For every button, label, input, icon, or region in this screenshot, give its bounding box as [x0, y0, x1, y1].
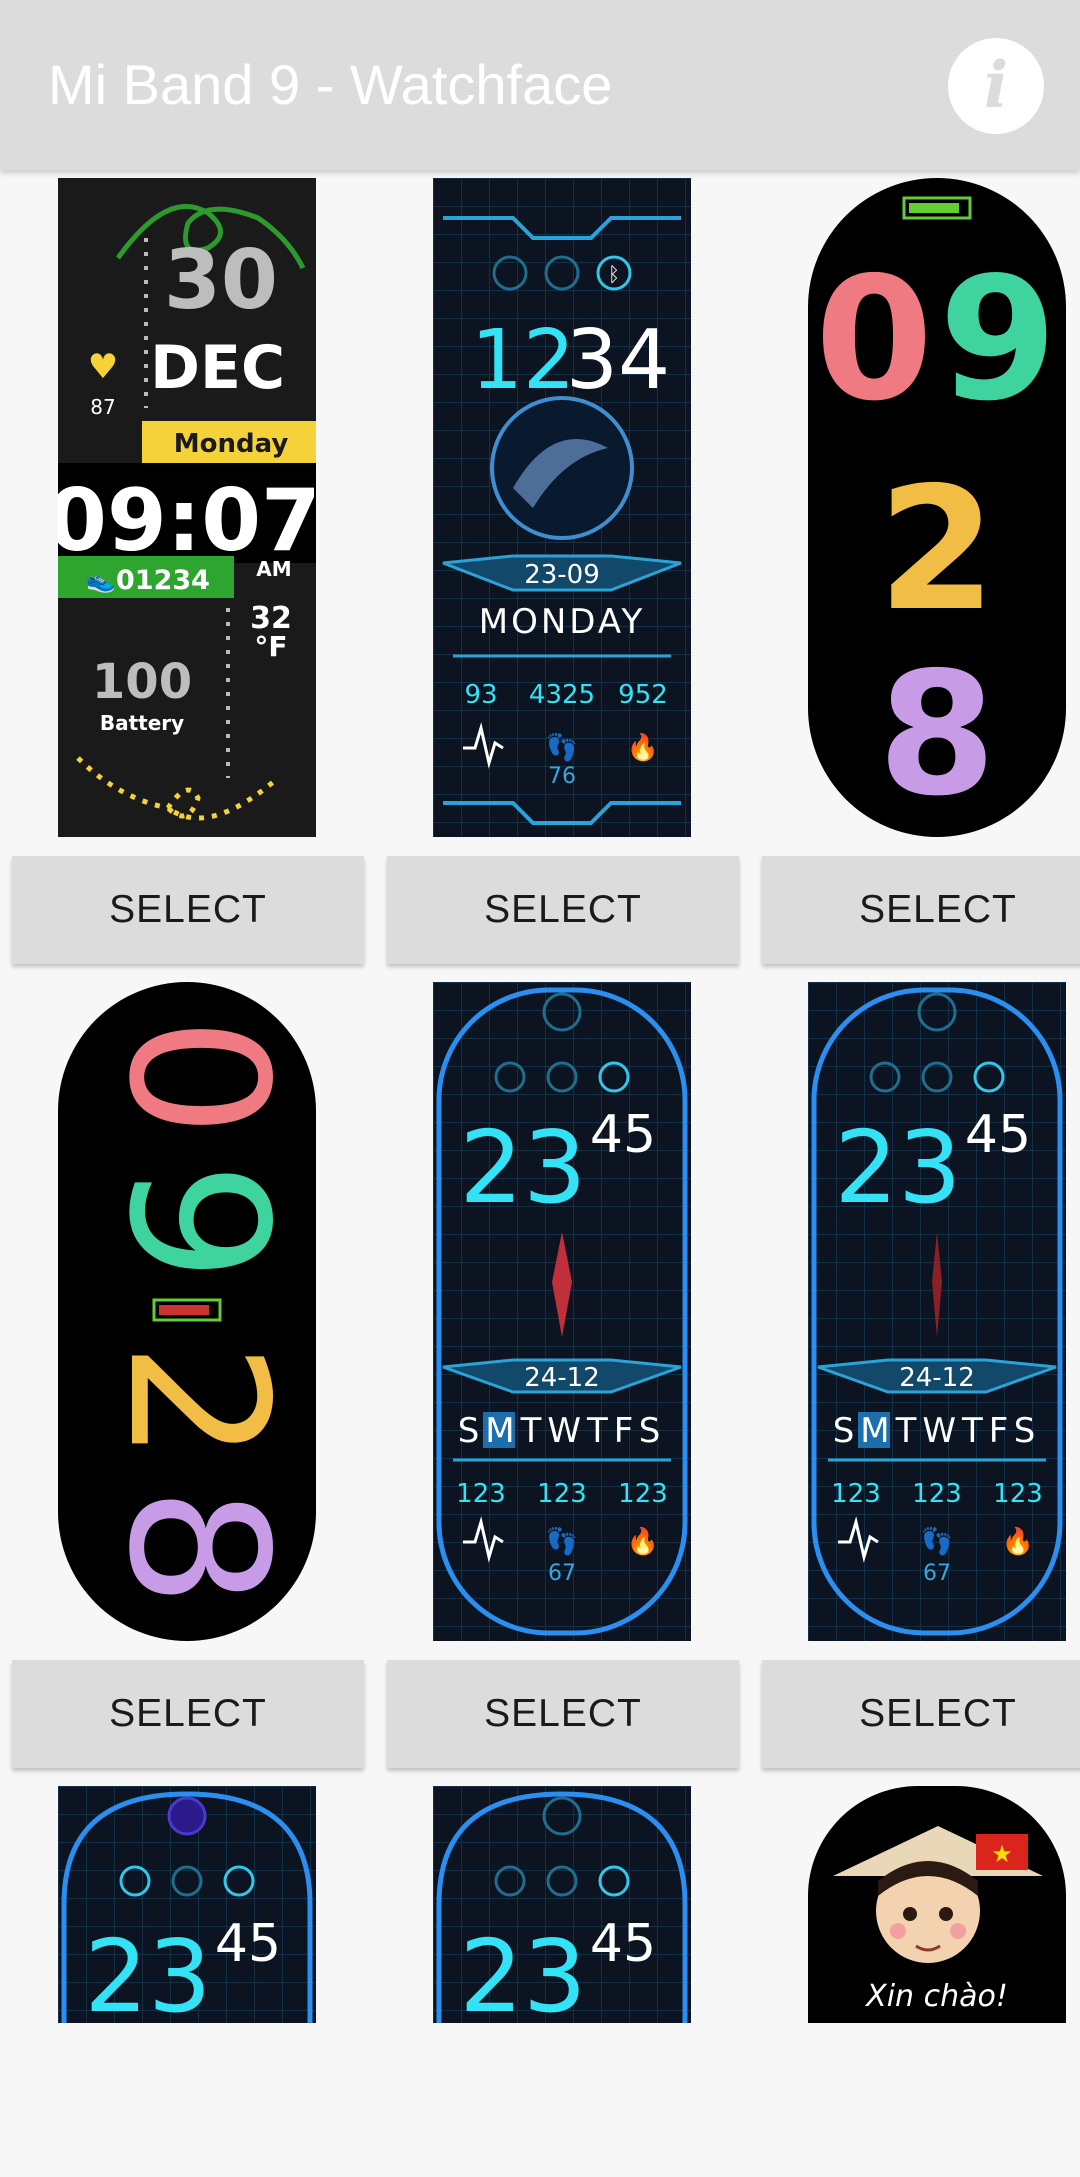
rotated-digit-1: 0: [87, 1017, 308, 1138]
date-value: 24-12: [524, 1363, 600, 1393]
battery-value: 76: [548, 764, 576, 789]
hour-digit-1: 0: [815, 241, 933, 439]
watchface-preview-5[interactable]: 23 45 24-12 SMTWTFS 123 123 123 👣 🔥 67: [433, 982, 691, 1641]
hour-value: 23: [459, 1109, 586, 1226]
select-button-2[interactable]: SELECT: [387, 856, 739, 964]
watchface-preview-9[interactable]: ★ Xin chào!: [808, 1786, 1066, 2023]
rotated-digit-2: 9: [87, 1162, 308, 1283]
date-value: 24-12: [899, 1363, 975, 1393]
flame-icon: 🔥: [627, 1526, 659, 1557]
minute-value: 45: [590, 1914, 656, 1974]
app-bar: Mi Band 9 - Watchface i: [0, 0, 1080, 170]
date-day: 30: [164, 233, 278, 328]
battery-label: Battery: [100, 711, 184, 735]
watchface-preview-7[interactable]: 23 45: [58, 1786, 316, 2023]
hour-value: 23: [459, 1918, 586, 2023]
select-button-1[interactable]: SELECT: [12, 856, 364, 964]
weekday-strip: SMTWTFS: [833, 1411, 1042, 1451]
flame-icon: 🔥: [1002, 1526, 1034, 1557]
flame-icon: 🔥: [627, 732, 659, 763]
hour-value: 12: [471, 313, 575, 408]
watchface-preview-3[interactable]: 0 9 2 8: [808, 178, 1066, 837]
greeting-text: Xin chào!: [864, 1979, 1008, 2014]
select-button-6[interactable]: SELECT: [762, 1660, 1080, 1768]
battery-value: 100: [92, 654, 192, 710]
hour-value: 23: [84, 1918, 211, 2023]
calories-value: 123: [618, 1479, 668, 1509]
steps-value: 123: [537, 1479, 587, 1509]
minute-value: 45: [590, 1105, 656, 1165]
heart-rate-value: 93: [464, 680, 497, 710]
heart-icon: ♥: [88, 347, 118, 387]
watchface-grid: 30 DEC ♥ 87 Monday 09:07 👟 01234 AM 32 °…: [0, 170, 1080, 2177]
select-button-4[interactable]: SELECT: [12, 1660, 364, 1768]
calories-value: 952: [618, 680, 668, 710]
watchface-preview-4[interactable]: 0 9 2 8: [58, 982, 316, 1641]
rotated-digit-4: 8: [87, 1487, 308, 1608]
temperature-unit: °F: [254, 630, 287, 663]
battery-value: 67: [923, 1561, 951, 1586]
svg-text:★: ★: [991, 1840, 1013, 1868]
calories-value: 123: [993, 1479, 1043, 1509]
battery-value: 67: [548, 1561, 576, 1586]
svg-text:ᛒ: ᛒ: [608, 262, 620, 286]
rotated-digit-3: 2: [87, 1342, 308, 1463]
footsteps-icon: 👣: [546, 731, 578, 763]
minute-value: 34: [566, 313, 670, 408]
minute-digit-1: 2: [878, 451, 996, 649]
heart-rate-value: 123: [831, 1479, 881, 1509]
watchface-preview-2[interactable]: ᛒ 12 34 23-09 MONDAY 93 4325 952 👣 🔥 76: [433, 178, 691, 837]
steps-value: 01234: [116, 565, 210, 596]
footsteps-icon: 👣: [546, 1525, 578, 1557]
minute-value: 45: [215, 1914, 281, 1974]
watchface-preview-1[interactable]: 30 DEC ♥ 87 Monday 09:07 👟 01234 AM 32 °…: [58, 178, 316, 837]
weekday-value: MONDAY: [479, 602, 646, 642]
hour-digit-2: 9: [939, 241, 1057, 439]
weekday-strip: SMTWTFS: [458, 1411, 667, 1451]
footsteps-icon: 👣: [921, 1525, 953, 1557]
select-button-5[interactable]: SELECT: [387, 1660, 739, 1768]
minute-digit-2: 8: [878, 636, 996, 834]
watchface-preview-8[interactable]: 23 45: [433, 1786, 691, 2023]
moon-icon: [167, 1796, 207, 1836]
heart-rate-value: 87: [90, 395, 115, 419]
steps-value: 4325: [529, 680, 595, 710]
ampm-label: AM: [256, 557, 291, 581]
select-button-3[interactable]: SELECT: [762, 856, 1080, 964]
steps-icon: 👟: [86, 566, 116, 594]
date-value: 23-09: [524, 560, 600, 590]
minute-value: 45: [965, 1105, 1031, 1165]
info-icon[interactable]: i: [948, 38, 1044, 134]
steps-value: 123: [912, 1479, 962, 1509]
hour-value: 23: [834, 1109, 961, 1226]
heart-rate-value: 123: [456, 1479, 506, 1509]
date-month: DEC: [150, 333, 285, 403]
weekday-label: Monday: [174, 429, 289, 459]
decorative-arrow-icon: [76, 756, 280, 821]
watchface-preview-6[interactable]: 23 45 24-12 SMTWTFS 123 123 123 👣 🔥 67: [808, 982, 1066, 1641]
app-title: Mi Band 9 - Watchface: [48, 53, 613, 116]
